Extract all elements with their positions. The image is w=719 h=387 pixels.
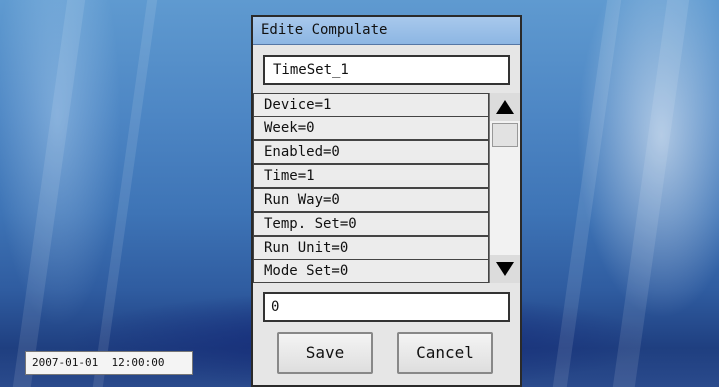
list-item-temp-set[interactable]: Temp. Set=0 [253,212,489,236]
scroll-thumb[interactable] [492,123,518,147]
value-input[interactable]: 0 [263,292,510,322]
list-item-enabled[interactable]: Enabled=0 [253,140,489,164]
dialog-title: Edite Compulate [253,17,520,45]
list-item-mode-set[interactable]: Mode Set=0 [253,259,489,283]
background-streak [612,0,690,387]
cancel-button[interactable]: Cancel [397,332,493,374]
name-field[interactable]: TimeSet_1 [263,55,510,85]
triangle-down-icon [496,262,514,276]
list-item-run-unit[interactable]: Run Unit=0 [253,236,489,260]
list-item-time[interactable]: Time=1 [253,164,489,188]
save-button[interactable]: Save [277,332,373,374]
background-streak [12,0,86,387]
scroll-down-button[interactable] [490,255,520,283]
edit-compulate-dialog: Edite Compulate TimeSet_1 Device=1 Week=… [251,15,522,387]
background-streak [92,0,158,387]
list-scrollbar[interactable] [489,93,520,283]
list-item-device[interactable]: Device=1 [253,93,489,117]
parameter-list: Device=1 Week=0 Enabled=0 Time=1 Run Way… [253,93,489,283]
status-clock: 2007-01-01 12:00:00 [25,351,193,375]
list-item-run-way[interactable]: Run Way=0 [253,188,489,212]
list-item-week[interactable]: Week=0 [253,116,489,140]
background-streak [552,0,622,387]
triangle-up-icon [496,100,514,114]
scroll-up-button[interactable] [490,93,520,121]
